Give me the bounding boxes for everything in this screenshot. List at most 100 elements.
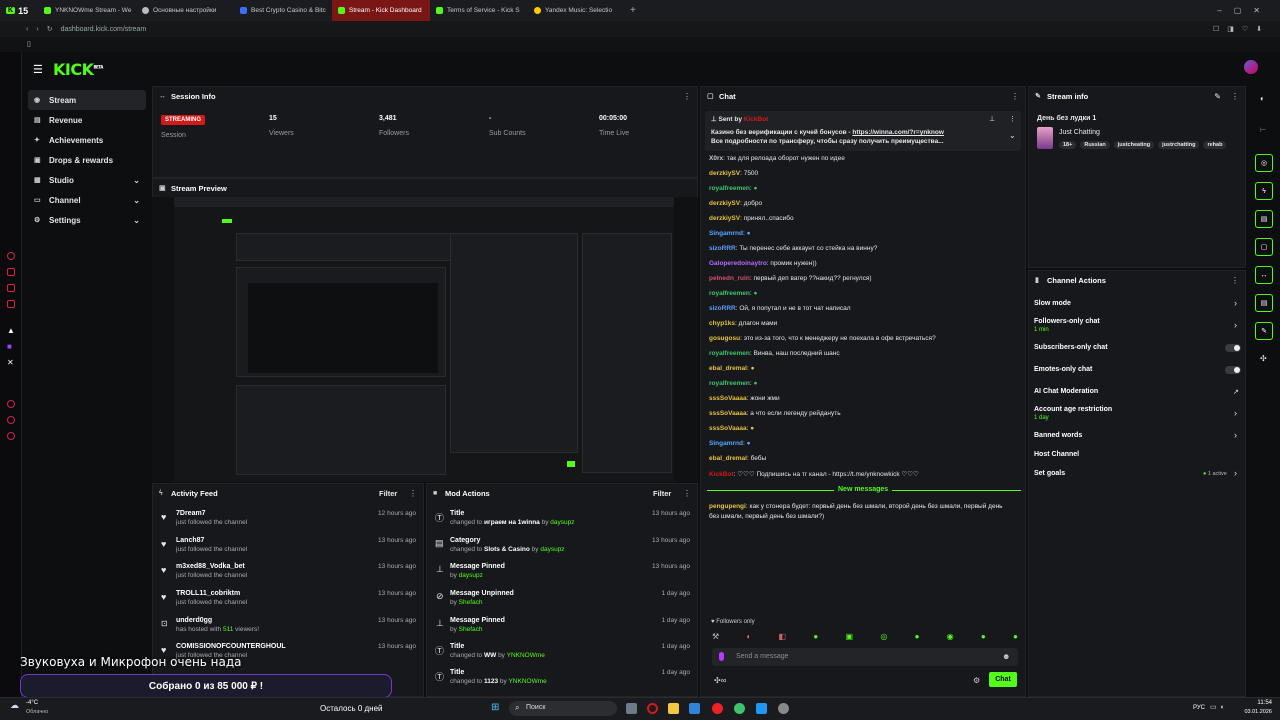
chat-send-button[interactable]: Chat xyxy=(989,672,1017,687)
emote-icon[interactable]: ● xyxy=(1013,632,1018,642)
chat-username[interactable]: sssSoVaaaa xyxy=(709,410,747,417)
rail-button-chat[interactable]: ▢ xyxy=(1255,238,1273,256)
chat-username[interactable]: pengupengi xyxy=(709,503,746,510)
nav-settings[interactable]: ⚙ Settings ⌄ xyxy=(28,210,146,230)
emotes-only-toggle[interactable] xyxy=(1225,366,1241,374)
tag[interactable]: justrchatting xyxy=(1158,141,1200,149)
sidebar-app-icon[interactable] xyxy=(7,284,15,292)
gear-icon[interactable]: ⚙ xyxy=(973,676,980,685)
tab-counter[interactable]: K 15 xyxy=(0,6,38,16)
tab-casino[interactable]: Best Crypto Casino & Bitc xyxy=(234,0,332,21)
sidebar-app-icon[interactable] xyxy=(7,268,15,276)
tab-yandex-music[interactable]: Yandex Music: Selectio xyxy=(528,0,626,21)
sidebar-app-icon[interactable] xyxy=(7,416,15,424)
info-icon[interactable]: ◐ xyxy=(1260,94,1265,103)
chat-username[interactable]: Galoperedoinaytro xyxy=(709,260,767,267)
twitch-icon[interactable]: ■ xyxy=(7,342,12,351)
chat-username[interactable]: royalfreemen xyxy=(709,185,750,192)
emote-icon[interactable]: ▣ xyxy=(845,632,853,642)
chat-message[interactable]: pengupengi: как у стонера будет: первый … xyxy=(709,502,1009,522)
emote-icon[interactable]: ● xyxy=(813,632,818,642)
chevron-right-icon[interactable]: › xyxy=(1234,408,1237,418)
chat-message[interactable]: royalfreemen: ● xyxy=(709,290,757,297)
chat-username[interactable]: gosugosu xyxy=(709,335,740,342)
sidebar-app-icon[interactable] xyxy=(7,432,15,440)
list-item[interactable]: ♥ 7Dream7 just followed the channel 12 hour… xyxy=(161,510,416,526)
bookmark-icon[interactable]: ▯ xyxy=(27,40,31,48)
chat-username[interactable]: Singamrnd xyxy=(709,230,743,237)
pinned-message[interactable]: ⊥ Sent by KickBot Казино без верификации… xyxy=(705,111,1021,151)
chat-message[interactable]: Singamrnd: ● xyxy=(709,230,751,237)
language-indicator[interactable]: РУС xyxy=(1193,705,1205,711)
chat-message[interactable]: sssSoVaaaa: ● xyxy=(709,425,754,432)
emote-icon[interactable]: ◎ xyxy=(880,632,887,642)
tray-icons[interactable]: ▭◖ xyxy=(1210,703,1227,711)
sidebar-app-icon[interactable] xyxy=(7,300,15,308)
chat-username[interactable]: KickBot xyxy=(709,471,734,478)
chevron-down-icon[interactable]: ⌄ xyxy=(1009,131,1016,140)
list-item[interactable]: ♥ m3xed88_Vodka_bet just followed the chan… xyxy=(161,563,416,579)
emote-icon[interactable]: ◐ xyxy=(746,632,751,642)
back-icon[interactable]: ‹ xyxy=(26,26,28,33)
list-item[interactable]: Ⓣ Title changed to играем на 1winna by day… xyxy=(435,510,690,526)
app-icon[interactable] xyxy=(734,703,745,714)
chat-username[interactable]: Singamrnd xyxy=(709,440,743,447)
chevron-right-icon[interactable]: › xyxy=(1234,468,1237,478)
category-thumbnail[interactable] xyxy=(1037,127,1053,149)
unpin-icon[interactable]: ⊥ xyxy=(989,115,995,123)
chat-username[interactable]: derzkiySV xyxy=(709,215,740,222)
kebab-menu-icon[interactable]: ⋮ xyxy=(1009,115,1016,123)
tag[interactable]: 18+ xyxy=(1059,141,1077,149)
chat-message[interactable]: sssSoVaaaa: а что если легенду рейдануть xyxy=(709,410,841,417)
chat-message[interactable]: royalfreemen: ● xyxy=(709,185,757,192)
telegram-icon[interactable] xyxy=(756,703,767,714)
chat-message[interactable]: sssSoVaaaa: жони жми xyxy=(709,395,780,402)
chat-message[interactable]: ebal_dremal: ● xyxy=(709,365,755,372)
tag[interactable]: rehab xyxy=(1203,141,1227,149)
clock-time[interactable]: 11:54 xyxy=(1244,700,1272,706)
list-item[interactable]: ♥ TROLL11_cobriktm just followed the chann… xyxy=(161,590,416,606)
folder-icon[interactable] xyxy=(668,703,679,714)
rail-button-settings[interactable]: ✎ xyxy=(1255,322,1273,340)
chat-username[interactable]: derzkiySV xyxy=(709,170,740,177)
chat-username[interactable]: derzkiySV xyxy=(709,200,740,207)
expand-icon[interactable]: ⊢ xyxy=(1260,126,1266,134)
yandex-icon[interactable] xyxy=(712,703,723,714)
chat-message[interactable]: derzkiySV: принял..спасибо xyxy=(709,215,794,222)
sidebar-app-icon[interactable] xyxy=(7,252,15,260)
chat-message[interactable]: sizoRRR: Ты перенес себе аккаунт со стей… xyxy=(709,245,877,252)
chat-username[interactable]: ebal_dremal xyxy=(709,455,747,462)
chevron-right-icon[interactable]: › xyxy=(1234,430,1237,440)
chat-username[interactable]: pelnedn_ruin xyxy=(709,275,750,282)
chat-username[interactable]: royalfreemen xyxy=(709,290,750,297)
chevron-right-icon[interactable]: › xyxy=(1234,298,1237,308)
ai-moderation-row[interactable]: AI Chat Moderation xyxy=(1034,388,1098,395)
points-icon[interactable]: ✣∞ xyxy=(714,676,726,685)
chat-message[interactable]: KickBot: ♡♡♡ Подпишись на тг канал - htt… xyxy=(709,470,919,478)
category-name[interactable]: Just Chatting xyxy=(1059,129,1100,136)
mic-icon[interactable] xyxy=(719,652,724,661)
chat-message[interactable]: derzkiySV: 7500 xyxy=(709,170,758,177)
slow-mode-row[interactable]: Slow mode xyxy=(1034,300,1071,307)
add-widget-icon[interactable]: ✣ xyxy=(1260,354,1267,363)
subscribers-only-toggle[interactable] xyxy=(1225,344,1241,352)
chat-message[interactable]: gosugosu: это из-за того, что к менеджер… xyxy=(709,335,936,342)
forward-icon[interactable]: › xyxy=(36,26,38,33)
external-link-icon[interactable]: ↗ xyxy=(1233,388,1239,396)
nav-channel[interactable]: ▭ Channel ⌄ xyxy=(28,190,146,210)
chevron-right-icon[interactable]: › xyxy=(1234,320,1237,330)
chat-username[interactable]: royalfreemen xyxy=(709,380,750,387)
chat-message[interactable]: sizoRRR: Ой, я попутал и не в тот чат на… xyxy=(709,305,851,312)
task-view-icon[interactable] xyxy=(626,703,637,714)
nav-revenue[interactable]: ▤ Revenue xyxy=(28,110,146,130)
set-goals-row[interactable]: Set goals xyxy=(1034,470,1065,477)
pinned-link[interactable]: https://winna.com/?r=ynknow xyxy=(852,129,944,136)
obs-icon[interactable] xyxy=(778,703,789,714)
app-icon[interactable] xyxy=(689,703,700,714)
chat-username[interactable]: sssSoVaaaa xyxy=(709,395,747,402)
chat-username[interactable]: sizoRRR xyxy=(709,245,736,252)
list-item[interactable]: Ⓣ Title changed to WW by YNKNOWme 1 day ago xyxy=(435,643,690,659)
chat-message[interactable]: X0rx: так для релоада оборот нужен по ид… xyxy=(709,155,845,162)
chat-message[interactable]: royalfreemen: Винва, наш последний шанс xyxy=(709,350,840,357)
window-controls[interactable]: –▢✕ xyxy=(1217,6,1272,15)
